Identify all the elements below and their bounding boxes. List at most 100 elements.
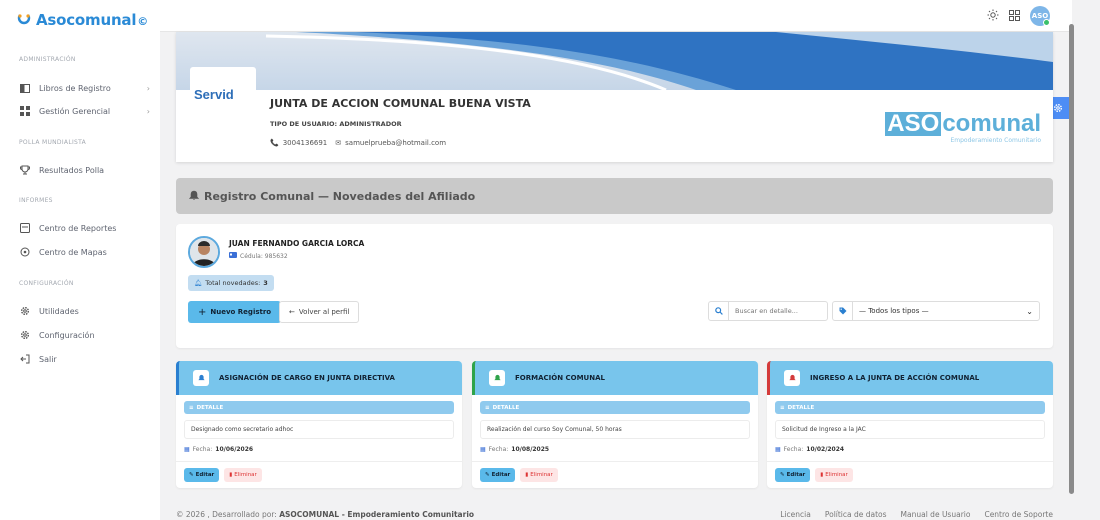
sidebar-item-libros[interactable]: Libros de Registro › bbox=[19, 81, 150, 95]
search-icon bbox=[709, 302, 729, 320]
sidebar-item-reportes[interactable]: Centro de Reportes bbox=[19, 221, 150, 235]
sidebar-item-label: Centro de Mapas bbox=[39, 247, 107, 257]
novedad-date: ▦ Fecha: 10/06/2026 bbox=[184, 446, 454, 453]
gear-icon bbox=[1054, 104, 1062, 112]
mail-icon: ✉ bbox=[335, 139, 342, 147]
delete-button[interactable]: ▮ Eliminar bbox=[815, 468, 853, 482]
organization-banner: Servid JUNTA DE ACCION COMUNAL BUENA VIS… bbox=[176, 32, 1053, 162]
grid-icon bbox=[19, 106, 30, 117]
afiliado-cedula: Cédula: 985632 bbox=[240, 252, 288, 260]
sidebar-item-label: Configuración bbox=[39, 330, 95, 340]
brand[interactable]: Asocomunal© bbox=[0, 0, 160, 32]
tag-icon bbox=[833, 302, 853, 320]
delete-button[interactable]: ▮ Eliminar bbox=[224, 468, 262, 482]
list-icon: ≡ bbox=[780, 404, 785, 411]
edit-button[interactable]: ✎ Editar bbox=[184, 468, 220, 482]
topbar: ASO bbox=[160, 0, 1072, 32]
calendar-icon: ▦ bbox=[184, 446, 190, 453]
back-to-profile-button[interactable]: ← Volver al perfil bbox=[279, 301, 360, 323]
total-value: 3 bbox=[263, 279, 268, 287]
theme-toggle-sun-icon[interactable] bbox=[987, 9, 999, 23]
sidebar-item-resultados[interactable]: Resultados Polla bbox=[19, 163, 150, 177]
edit-label: Editar bbox=[491, 472, 511, 478]
bell-icon bbox=[489, 370, 505, 386]
sidebar-item-mapas[interactable]: Centro de Mapas bbox=[19, 245, 150, 259]
email-address: samuelprueba@hotmail.com bbox=[345, 139, 447, 147]
afiliado-name: JUAN FERNANDO GARCIA LORCA bbox=[229, 239, 365, 248]
user-avatar[interactable]: ASO bbox=[1030, 6, 1050, 26]
section-informes: INFORMES bbox=[19, 197, 53, 204]
edit-button[interactable]: ✎ Editar bbox=[480, 468, 516, 482]
fecha-value: 10/08/2025 bbox=[511, 446, 550, 453]
phone-icon: 📞 bbox=[270, 139, 279, 147]
section-polla: POLLA MUNDIALISTA bbox=[19, 139, 87, 146]
novedad-header: FORMACIÓN COMUNAL bbox=[472, 361, 758, 395]
delete-label: Eliminar bbox=[530, 472, 553, 478]
fecha-value: 10/02/2024 bbox=[806, 446, 845, 453]
chevron-right-icon: › bbox=[146, 83, 150, 93]
fecha-label: Fecha: bbox=[488, 446, 509, 453]
bell-icon bbox=[188, 190, 200, 203]
search-input[interactable] bbox=[729, 307, 825, 315]
sidebar-item-label: Libros de Registro bbox=[39, 83, 111, 93]
id-card-icon bbox=[229, 252, 237, 260]
brand-name: Asocomunal bbox=[36, 10, 137, 29]
novedad-date: ▦ Fecha: 10/02/2024 bbox=[775, 446, 1045, 453]
detail-label: ≡ DETALLE bbox=[480, 401, 750, 414]
detail-label: ≡ DETALLE bbox=[184, 401, 454, 414]
footer-link-manual[interactable]: Manual de Usuario bbox=[901, 510, 971, 519]
footer-link-soporte[interactable]: Centro de Soporte bbox=[984, 510, 1053, 519]
footer: © 2026 , Desarrollado por: ASOCOMUNAL - … bbox=[176, 510, 1053, 519]
afiliado-avatar bbox=[188, 236, 220, 268]
map-pin-icon bbox=[19, 247, 30, 258]
sidebar-item-label: Utilidades bbox=[39, 306, 79, 316]
sidebar-item-configuracion[interactable]: Configuración bbox=[19, 328, 150, 342]
fecha-value: 10/06/2026 bbox=[215, 446, 254, 453]
org-logo: Servid bbox=[190, 67, 256, 117]
type-filter[interactable]: — Todos los tipos — ⌄ bbox=[832, 301, 1040, 321]
aso-logo-sub: Empoderamiento Comunitario bbox=[950, 137, 1041, 144]
trash-icon: ▮ bbox=[820, 472, 824, 478]
brand-mark: © bbox=[137, 14, 149, 28]
pencil-icon: ✎ bbox=[189, 472, 194, 478]
scrollbar[interactable] bbox=[1069, 24, 1074, 494]
bell-icon bbox=[193, 370, 209, 386]
detail-label-text: DETALLE bbox=[492, 404, 520, 411]
footer-link-licencia[interactable]: Licencia bbox=[780, 510, 811, 519]
novedad-card: INGRESO A LA JUNTA DE ACCIÓN COMUNAL ≡ DE… bbox=[767, 361, 1053, 488]
edit-label: Editar bbox=[195, 472, 215, 478]
edit-button[interactable]: ✎ Editar bbox=[775, 468, 811, 482]
sidebar-item-salir[interactable]: Salir bbox=[19, 352, 150, 366]
footer-link-politica[interactable]: Política de datos bbox=[825, 510, 887, 519]
org-name: JUNTA DE ACCION COMUNAL BUENA VISTA bbox=[270, 97, 531, 110]
detail-label-text: DETALLE bbox=[196, 404, 224, 411]
sidebar-item-utilidades[interactable]: Utilidades bbox=[19, 304, 150, 318]
sidebar-item-label: Resultados Polla bbox=[39, 165, 105, 175]
pencil-icon: ✎ bbox=[780, 472, 785, 478]
novedad-actions: ✎ Editar ▮ Eliminar bbox=[767, 461, 1053, 488]
type-filter-value: — Todos los tipos — bbox=[859, 307, 929, 315]
gear-icon bbox=[19, 330, 30, 341]
delete-label: Eliminar bbox=[234, 472, 257, 478]
novedad-actions: ✎ Editar ▮ Eliminar bbox=[472, 461, 758, 488]
footer-org: ASOCOMUNAL - Empoderamiento Comunitario bbox=[279, 510, 475, 519]
list-icon: ≡ bbox=[485, 404, 490, 411]
novedad-header: INGRESO A LA JUNTA DE ACCIÓN COMUNAL bbox=[767, 361, 1053, 395]
bell-icon bbox=[784, 370, 800, 386]
novedad-title: FORMACIÓN COMUNAL bbox=[515, 374, 605, 382]
afiliado-card: JUAN FERNANDO GARCIA LORCA Cédula: 98563… bbox=[176, 224, 1053, 348]
edit-label: Editar bbox=[786, 472, 806, 478]
fecha-label: Fecha: bbox=[192, 446, 213, 453]
trash-icon: ▮ bbox=[229, 472, 233, 478]
novedad-card: FORMACIÓN COMUNAL ≡ DETALLE Realización d… bbox=[472, 361, 758, 488]
user-type: TIPO DE USUARIO: ADMINISTRADOR bbox=[270, 120, 402, 128]
arrow-left-icon: ← bbox=[289, 308, 295, 316]
novedad-header: ASIGNACIÓN DE CARGO EN JUNTA DIRECTIVA bbox=[176, 361, 462, 395]
delete-button[interactable]: ▮ Eliminar bbox=[520, 468, 558, 482]
new-record-button[interactable]: + Nuevo Registro bbox=[188, 301, 282, 323]
sidebar-item-gestion[interactable]: Gestión Gerencial › bbox=[19, 104, 150, 118]
footer-copyright: © 2026 , Desarrollado por: bbox=[176, 510, 277, 519]
apps-grid-icon[interactable] bbox=[1009, 9, 1020, 23]
calendar-icon: ▦ bbox=[775, 446, 781, 453]
delete-label: Eliminar bbox=[825, 472, 848, 478]
